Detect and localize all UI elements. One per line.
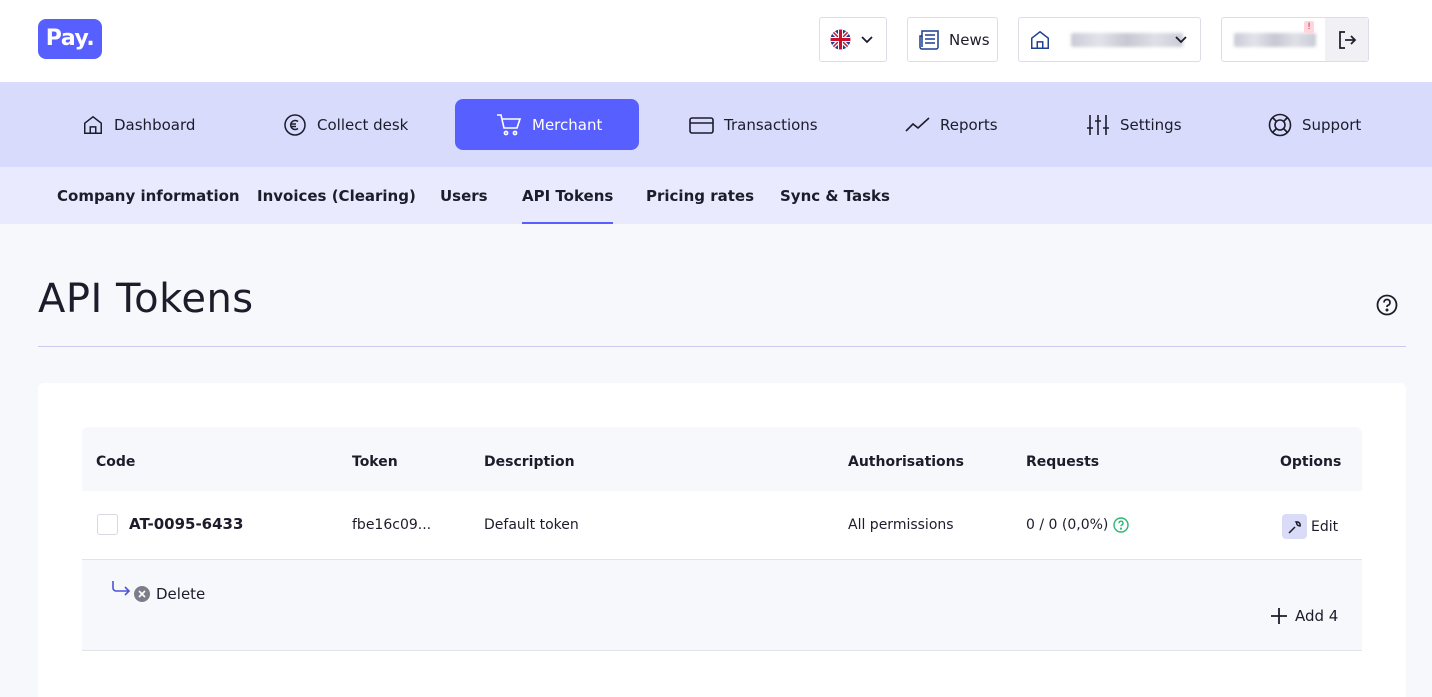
- column-header-token: Token: [352, 454, 398, 470]
- info-question-icon[interactable]: [1113, 517, 1130, 533]
- close-circle-icon: [134, 586, 150, 602]
- token-code: AT-0095-6433: [129, 515, 244, 533]
- euro-icon: [284, 113, 306, 136]
- chart-line-icon: [905, 116, 930, 132]
- token-requests: 0 / 0 (0,0%): [1026, 517, 1109, 533]
- nav-settings[interactable]: Settings: [1086, 99, 1182, 150]
- nav-dashboard[interactable]: Dashboard: [82, 99, 195, 150]
- home-icon: [84, 115, 102, 134]
- user-menu[interactable]: !: [1221, 17, 1369, 62]
- language-selector[interactable]: [819, 17, 887, 62]
- arrow-return-icon: [112, 581, 131, 596]
- token-authorisations: All permissions: [848, 517, 954, 533]
- nav-reports[interactable]: Reports: [905, 99, 998, 150]
- tab-company-information[interactable]: Company information: [57, 187, 240, 205]
- wrench-icon: [1282, 514, 1307, 539]
- nav-label: Collect desk: [317, 115, 409, 134]
- plus-icon: [1271, 608, 1287, 624]
- nav-support[interactable]: Support: [1268, 99, 1361, 150]
- column-header-requests: Requests: [1026, 454, 1100, 470]
- row-checkbox[interactable]: [97, 514, 118, 535]
- merchant-selector[interactable]: [1018, 17, 1201, 62]
- column-header-code: Code: [96, 454, 136, 470]
- card-icon: [689, 116, 714, 134]
- tab-api-tokens[interactable]: API Tokens: [522, 187, 614, 224]
- token-value: fbe16c09...: [352, 517, 432, 533]
- tab-sync-tasks[interactable]: Sync & Tasks: [780, 187, 890, 205]
- table-actions: Delete Add 4: [82, 560, 1362, 651]
- nav-label: Dashboard: [114, 115, 196, 134]
- logout-button[interactable]: [1325, 18, 1368, 61]
- chevron-down-icon: [861, 36, 873, 44]
- logout-icon: [1338, 30, 1356, 49]
- home-icon: [1031, 30, 1049, 49]
- news-button[interactable]: News: [907, 17, 998, 62]
- merchant-name-redacted: [1071, 32, 1183, 47]
- token-requests-cell: 0 / 0 (0,0%): [1026, 517, 1130, 533]
- add-label: Add 4: [1295, 607, 1339, 625]
- column-header-options: Options: [1280, 454, 1342, 470]
- chevron-down-icon: [1175, 36, 1187, 44]
- delete-label: Delete: [156, 585, 206, 603]
- edit-label: Edit: [1311, 518, 1339, 535]
- sliders-icon: [1087, 114, 1109, 135]
- tab-invoices-clearing[interactable]: Invoices (Clearing): [257, 187, 416, 205]
- sub-navigation: Company information Invoices (Clearing) …: [0, 167, 1432, 224]
- nav-label: Reports: [940, 115, 998, 134]
- add-button[interactable]: Add 4: [1270, 607, 1338, 625]
- main-navigation: Dashboard Collect desk Merchant Transact…: [0, 82, 1432, 167]
- newspaper-icon: [919, 29, 939, 50]
- table-row: AT-0095-6433 fbe16c09... Default token A…: [82, 491, 1362, 560]
- tab-users[interactable]: Users: [440, 187, 488, 205]
- page-title: API Tokens: [38, 276, 254, 322]
- uk-flag-icon: [830, 29, 851, 50]
- tab-pricing-rates[interactable]: Pricing rates: [646, 187, 754, 205]
- lifebuoy-icon: [1268, 113, 1292, 136]
- nav-label: Merchant: [532, 115, 603, 134]
- tokens-card: Code Token Description Authorisations Re…: [38, 383, 1406, 697]
- help-icon[interactable]: [1376, 294, 1398, 316]
- column-header-authorisations: Authorisations: [848, 454, 964, 470]
- cart-icon: [497, 113, 522, 135]
- delete-button[interactable]: Delete: [110, 577, 205, 603]
- column-header-description: Description: [484, 454, 575, 470]
- table-header: Code Token Description Authorisations Re…: [82, 427, 1362, 491]
- nav-merchant[interactable]: Merchant: [455, 99, 639, 150]
- pay-logo[interactable]: Pay.: [38, 19, 102, 59]
- edit-button[interactable]: Edit: [1282, 514, 1338, 539]
- notification-badge: !: [1304, 21, 1314, 33]
- nav-transactions[interactable]: Transactions: [689, 99, 818, 150]
- title-divider: [38, 346, 1406, 347]
- news-label: News: [949, 30, 990, 49]
- top-header: Pay. News !: [0, 0, 1432, 82]
- user-name-redacted: [1234, 32, 1316, 47]
- nav-label: Transactions: [724, 115, 818, 134]
- token-description: Default token: [484, 517, 579, 533]
- nav-label: Support: [1302, 115, 1362, 134]
- nav-label: Settings: [1120, 115, 1182, 134]
- nav-collect-desk[interactable]: Collect desk: [283, 99, 408, 150]
